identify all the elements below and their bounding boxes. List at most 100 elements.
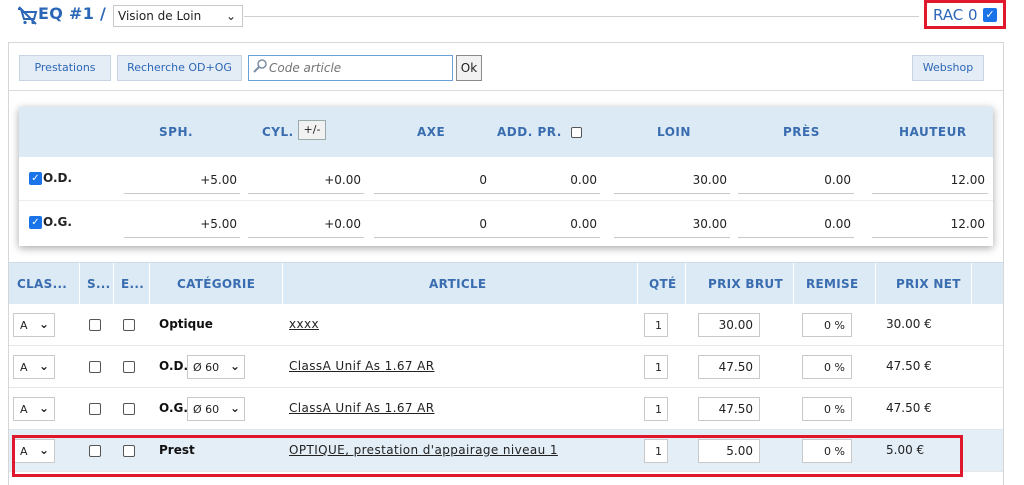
og-hauteur-underline xyxy=(872,237,988,238)
od-add-value[interactable]: 0.00 xyxy=(487,173,597,187)
prix-brut-input[interactable]: 47.50 xyxy=(698,397,760,421)
table-row: A ⌄ Optique xxxx 1 30.00 0 % 30.00 € xyxy=(9,304,1003,346)
od-cyl-value[interactable]: +0.00 xyxy=(251,173,361,187)
og-add-value[interactable]: 0.00 xyxy=(487,217,597,231)
od-cyl-underline xyxy=(248,193,364,194)
cyl-header: CYL. xyxy=(262,125,294,139)
prix-brut-input[interactable]: 30.00 xyxy=(698,313,760,337)
column-separator xyxy=(637,263,638,305)
od-checkbox[interactable]: ✓ xyxy=(29,172,42,185)
page-header: EQ #1 / 1 Vision de Loin ⌄ RAC 0 ✓ xyxy=(0,0,1024,40)
od-sph-underline xyxy=(124,193,240,194)
og-checkbox[interactable]: ✓ xyxy=(29,216,42,229)
e-checkbox[interactable] xyxy=(123,403,135,415)
og-cyl-underline xyxy=(248,237,364,238)
prix-net-value: 47.50 € xyxy=(886,359,932,373)
classe-select-value: A xyxy=(20,403,28,416)
rac-checkbox[interactable]: ✓ xyxy=(983,8,997,22)
categorie-column-header[interactable]: CATÉGORIE xyxy=(177,277,255,291)
add-header: ADD. PR. xyxy=(497,125,562,139)
chevron-down-icon: ⌄ xyxy=(38,317,49,331)
rac-highlight-box: RAC 0 ✓ xyxy=(924,0,1006,29)
search-icon xyxy=(253,59,267,73)
od-pres-value[interactable]: 0.00 xyxy=(741,173,851,187)
article-column-header[interactable]: ARTICLE xyxy=(429,277,486,291)
table-row: A ⌄ O.G. Ø 60 ⌄ ClassA Unif As 1.67 AR 1 4… xyxy=(9,388,1003,430)
od-hauteur-value[interactable]: 12.00 xyxy=(869,173,985,187)
prix-brut-input[interactable]: 47.50 xyxy=(698,355,760,379)
sph-header: SPH. xyxy=(159,125,194,139)
prix-brut-column-header[interactable]: PRIX BRUT xyxy=(708,277,783,291)
prix-net-column-header[interactable]: PRIX NET xyxy=(896,277,961,291)
od-add-underline xyxy=(484,193,600,194)
vision-select[interactable]: Vision de Loin ⌄ xyxy=(113,5,243,27)
row-highlight-box xyxy=(12,435,963,477)
classe-select[interactable]: A ⌄ xyxy=(13,355,55,379)
article-code-input[interactable] xyxy=(269,59,449,77)
e-column-header[interactable]: E... xyxy=(121,277,144,291)
remise-column-header[interactable]: REMISE xyxy=(806,277,858,291)
add-pr-checkbox[interactable] xyxy=(571,127,582,138)
prix-net-value: 47.50 € xyxy=(886,401,932,415)
webshop-button[interactable]: Webshop xyxy=(912,55,984,81)
od-sph-value[interactable]: +5.00 xyxy=(127,173,237,187)
loin-header: LOIN xyxy=(657,125,691,139)
column-separator xyxy=(79,263,80,305)
prestations-button[interactable]: Prestations xyxy=(19,55,111,81)
diameter-select[interactable]: Ø 60 ⌄ xyxy=(187,397,245,421)
s-checkbox[interactable] xyxy=(89,319,101,331)
quantity-input[interactable]: 1 xyxy=(644,397,668,421)
recherche-od-og-button[interactable]: Recherche OD+OG xyxy=(117,55,242,81)
pres-header: PRÈS xyxy=(783,125,820,139)
article-link[interactable]: ClassA Unif As 1.67 AR xyxy=(289,401,435,415)
header-divider xyxy=(244,16,919,17)
chevron-down-icon: ⌄ xyxy=(38,401,49,415)
od-hauteur-underline xyxy=(872,193,988,194)
column-separator xyxy=(282,263,283,305)
column-separator xyxy=(793,263,794,305)
s-checkbox[interactable] xyxy=(89,361,101,373)
vision-select-value: Vision de Loin xyxy=(118,9,202,23)
s-column-header[interactable]: S... xyxy=(87,277,111,291)
og-pres-value[interactable]: 0.00 xyxy=(741,217,851,231)
classe-select[interactable]: A ⌄ xyxy=(13,397,55,421)
diameter-select[interactable]: Ø 60 ⌄ xyxy=(187,355,245,379)
e-checkbox[interactable] xyxy=(123,319,135,331)
column-separator xyxy=(875,263,876,305)
ok-button[interactable]: Ok xyxy=(456,55,482,81)
od-loin-underline xyxy=(614,193,730,194)
od-loin-value[interactable]: 30.00 xyxy=(617,173,727,187)
quantity-input[interactable]: 1 xyxy=(644,355,668,379)
cyl-sign-toggle-button[interactable]: +/- xyxy=(298,120,326,140)
diameter-select-value: Ø 60 xyxy=(193,403,220,416)
og-axe-value[interactable]: 0 xyxy=(377,217,487,231)
classe-column-header[interactable]: CLAS... xyxy=(17,277,67,291)
od-axe-value[interactable]: 0 xyxy=(377,173,487,187)
prescription-row-og: ✓ O.G. +5.00 +0.00 0 0.00 30.00 0.00 12.… xyxy=(19,201,993,245)
chevron-down-icon: ⌄ xyxy=(225,9,236,23)
e-checkbox[interactable] xyxy=(123,361,135,373)
cart-off-icon[interactable] xyxy=(16,4,38,26)
article-link[interactable]: ClassA Unif As 1.67 AR xyxy=(289,359,435,373)
article-link[interactable]: xxxx xyxy=(289,317,319,331)
og-pres-underline xyxy=(738,237,854,238)
chevron-down-icon: ⌄ xyxy=(229,401,240,415)
category-label: O.D. xyxy=(159,359,189,373)
remise-input[interactable]: 0 % xyxy=(802,355,852,379)
quantity-input[interactable]: 1 xyxy=(644,313,668,337)
prescription-header: SPH. CYL. +/- AXE ADD. PR. LOIN PRÈS HAU… xyxy=(19,107,993,157)
og-loin-value[interactable]: 30.00 xyxy=(617,217,727,231)
qte-column-header[interactable]: QTÉ xyxy=(649,277,676,291)
remise-input[interactable]: 0 % xyxy=(802,397,852,421)
og-add-underline xyxy=(484,237,600,238)
main-panel: Prestations Recherche OD+OG Ok Webshop S… xyxy=(8,42,1004,485)
classe-select[interactable]: A ⌄ xyxy=(13,313,55,337)
column-separator xyxy=(149,263,150,305)
og-sph-value[interactable]: +5.00 xyxy=(127,217,237,231)
od-axe-underline xyxy=(374,193,490,194)
s-checkbox[interactable] xyxy=(89,403,101,415)
og-hauteur-value[interactable]: 12.00 xyxy=(869,217,985,231)
remise-input[interactable]: 0 % xyxy=(802,313,852,337)
og-cyl-value[interactable]: +0.00 xyxy=(251,217,361,231)
diameter-select-value: Ø 60 xyxy=(193,361,220,374)
